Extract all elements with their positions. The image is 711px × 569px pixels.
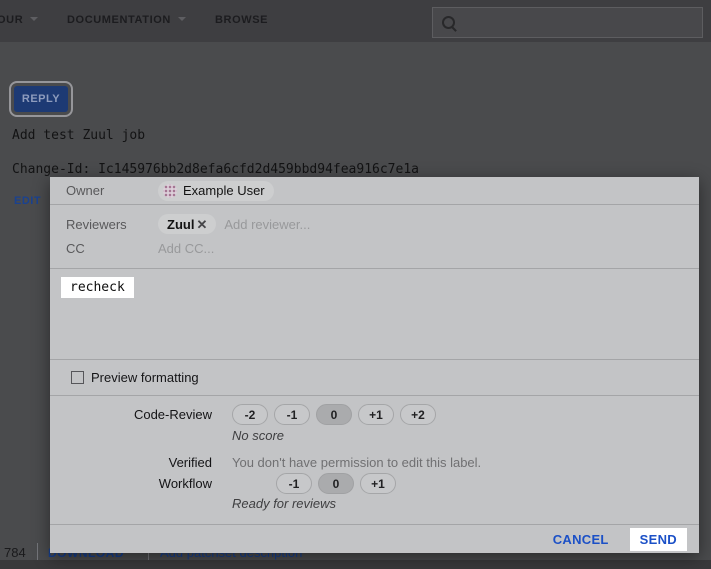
add-reviewer-input[interactable]: Add reviewer... xyxy=(224,217,310,232)
reply-message-text[interactable]: recheck xyxy=(61,277,134,298)
code-review-btn-neg1[interactable]: -1 xyxy=(274,404,310,425)
workflow-status: Ready for reviews xyxy=(50,496,699,511)
workflow-label: Workflow xyxy=(50,476,222,491)
owner-chip[interactable]: Example User xyxy=(158,181,274,201)
preview-formatting-row: Preview formatting xyxy=(50,360,699,395)
nav-menu-browse-label: BROWSE xyxy=(215,14,268,26)
reply-button[interactable]: REPLY xyxy=(14,86,68,112)
nav-menu-your[interactable]: OUR xyxy=(0,14,38,26)
commit-message-change-id: Change-Id: Ic145976bb2d8efa6cfd2d459bbd9… xyxy=(12,162,419,177)
preview-formatting-checkbox[interactable] xyxy=(71,371,84,384)
patchset-number: 784 xyxy=(4,545,26,560)
cc-label: CC xyxy=(66,241,158,256)
add-cc-input[interactable]: Add CC... xyxy=(158,241,214,256)
cancel-button[interactable]: CANCEL xyxy=(547,531,615,548)
bottom-strip xyxy=(0,560,711,569)
code-review-btn-pos1[interactable]: +1 xyxy=(358,404,394,425)
nav-menu-documentation[interactable]: DOCUMENTATION xyxy=(67,14,186,26)
avatar xyxy=(163,184,177,198)
commit-message-subject: Add test Zuul job xyxy=(12,128,145,143)
verified-row: Verified You don't have permission to ed… xyxy=(50,454,699,470)
top-app-bar: OUR DOCUMENTATION BROWSE xyxy=(0,0,711,42)
divider xyxy=(37,543,38,560)
workflow-btn-neg1[interactable]: -1 xyxy=(276,473,312,494)
code-review-btn-pos2[interactable]: +2 xyxy=(400,404,436,425)
verified-label: Verified xyxy=(50,455,222,470)
search-icon xyxy=(442,16,455,29)
edit-link[interactable]: EDIT xyxy=(14,195,41,207)
workflow-btn-pos1[interactable]: +1 xyxy=(360,473,396,494)
chevron-down-icon xyxy=(30,17,38,21)
nav-menu-documentation-label: DOCUMENTATION xyxy=(67,14,171,26)
code-review-btn-neg2[interactable]: -2 xyxy=(232,404,268,425)
workflow-buttons: -1 0 +1 xyxy=(222,473,396,494)
code-review-btn-0[interactable]: 0 xyxy=(316,404,352,425)
gerrit-change-screen: OUR DOCUMENTATION BROWSE REPLY Add test … xyxy=(0,0,711,569)
reviewers-label: Reviewers xyxy=(66,217,158,232)
nav-menu-browse[interactable]: BROWSE xyxy=(215,14,268,26)
code-review-status: No score xyxy=(50,428,699,443)
send-button[interactable]: SEND xyxy=(630,528,687,551)
workflow-btn-0[interactable]: 0 xyxy=(318,473,354,494)
reviewers-row: Reviewers Zuul ✕ Add reviewer... xyxy=(66,211,683,237)
code-review-row: Code-Review -2 -1 0 +1 +2 xyxy=(50,404,699,425)
cc-row: CC Add CC... xyxy=(66,237,683,260)
owner-row: Owner Example User xyxy=(50,177,699,204)
workflow-row: Workflow -1 0 +1 xyxy=(50,473,699,494)
owner-name: Example User xyxy=(183,183,265,198)
search-input[interactable] xyxy=(455,8,702,37)
reviewer-chip[interactable]: Zuul ✕ xyxy=(158,214,216,234)
verified-permission-message: You don't have permission to edit this l… xyxy=(222,455,481,470)
people-section: Reviewers Zuul ✕ Add reviewer... CC Add … xyxy=(50,205,699,268)
reply-message-textarea[interactable]: recheck xyxy=(50,269,699,359)
search-box[interactable] xyxy=(432,7,703,38)
code-review-label: Code-Review xyxy=(50,407,222,422)
preview-formatting-label: Preview formatting xyxy=(91,370,199,385)
dialog-footer: CANCEL SEND xyxy=(50,525,699,553)
code-review-buttons: -2 -1 0 +1 +2 xyxy=(222,404,436,425)
owner-label: Owner xyxy=(66,183,158,198)
reply-dialog: Owner Example User Reviewers Zuul ✕ Add … xyxy=(50,177,699,553)
remove-reviewer-icon[interactable]: ✕ xyxy=(196,218,207,231)
chevron-down-icon xyxy=(178,17,186,21)
nav-menu-your-label: OUR xyxy=(0,14,23,26)
reviewer-name: Zuul xyxy=(167,217,194,232)
scores-section: Code-Review -2 -1 0 +1 +2 No score Verif… xyxy=(50,396,699,524)
